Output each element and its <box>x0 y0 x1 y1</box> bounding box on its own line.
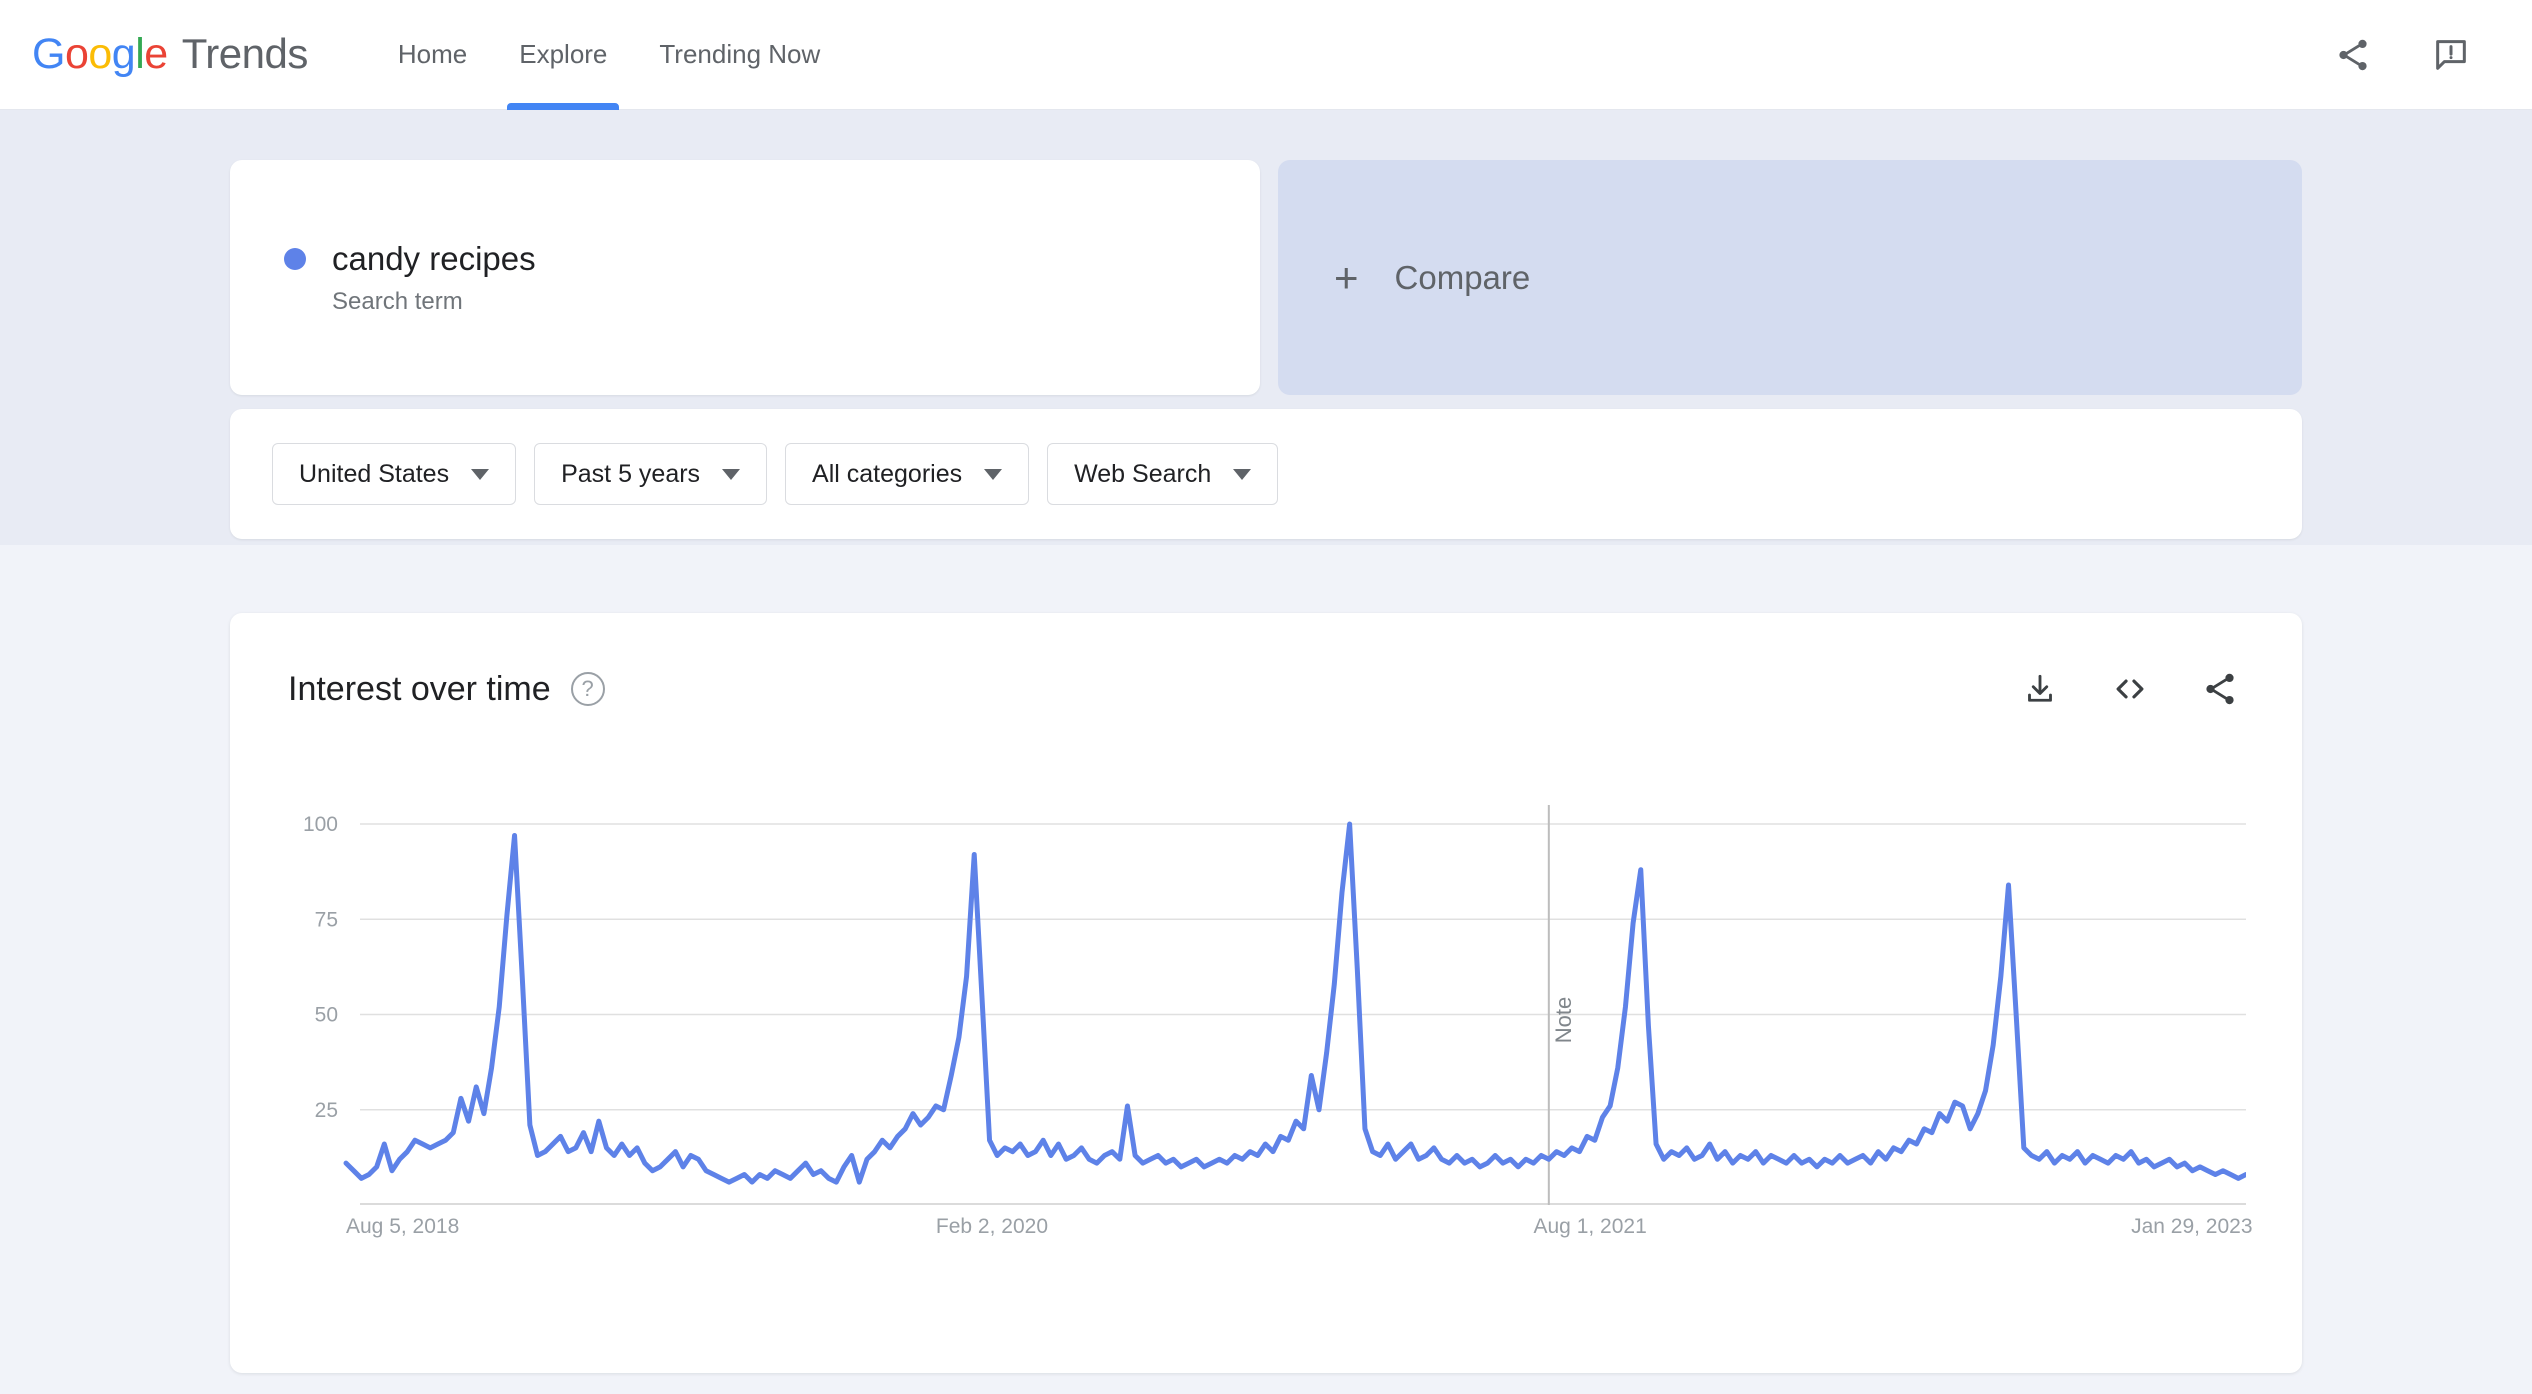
plus-icon: + <box>1334 253 1359 301</box>
help-icon[interactable]: ? <box>570 672 605 706</box>
nav-tab-explore-label: Explore <box>519 39 608 69</box>
x-axis-tick-label: Aug 1, 2021 <box>1533 1215 1647 1238</box>
logo-letter-g: G <box>32 30 65 78</box>
search-type-filter-value: Web Search <box>1074 459 1212 488</box>
search-term-title: candy recipes <box>332 239 536 277</box>
nav-tab-trending-now-label: Trending Now <box>659 39 821 69</box>
x-axis-tick-label: Jan 29, 2023 <box>2131 1215 2253 1238</box>
search-terms-row: candy recipes Search term + Compare <box>230 160 2302 395</box>
interest-over-time-card: Interest over time ? 25 50 75 100 Note A… <box>230 613 2302 1373</box>
chevron-down-icon <box>1233 468 1252 480</box>
results-section: Interest over time ? 25 50 75 100 Note A… <box>0 545 2532 1394</box>
y-axis-tick-label: 100 <box>303 813 338 836</box>
search-type-filter[interactable]: Web Search <box>1047 443 1279 505</box>
chart-actions <box>2014 663 2246 715</box>
google-trends-logo[interactable]: Google Trends <box>32 30 308 79</box>
logo-letter-e: e <box>144 30 168 78</box>
x-axis-tick-labels: Aug 5, 2018 Feb 2, 2020 Aug 1, 2021 Jan 29,… <box>288 1215 2253 1255</box>
location-filter-value: United States <box>299 459 450 488</box>
nav-tab-explore[interactable]: Explore <box>493 0 633 110</box>
y-axis-tick-label: 25 <box>315 1099 338 1122</box>
category-filter[interactable]: All categories <box>785 443 1030 505</box>
chevron-down-icon <box>471 468 490 480</box>
y-axis-tick-label: 75 <box>315 908 338 931</box>
trend-line-candy-recipes[interactable] <box>343 821 2246 1185</box>
share-chart-icon[interactable] <box>2194 663 2246 715</box>
compare-card[interactable]: + Compare <box>1278 160 2302 395</box>
search-term-subtitle: Search term <box>332 287 463 315</box>
logo-letter-o2: o <box>88 30 112 78</box>
chart-header: Interest over time ? <box>288 663 2246 715</box>
interest-over-time-plot[interactable]: 25 50 75 100 Note <box>288 805 2246 1205</box>
page-title: Interest over time <box>288 669 551 708</box>
x-axis-tick-label: Feb 2, 2020 <box>935 1215 1048 1238</box>
download-csv-icon[interactable] <box>2014 663 2066 715</box>
query-section: candy recipes Search term + Compare Unit… <box>0 110 2532 545</box>
top-bar-actions <box>2327 29 2477 81</box>
chart-note-label: Note <box>1551 997 1576 1043</box>
series-color-dot <box>284 247 306 270</box>
nav-tab-home-label: Home <box>397 39 468 69</box>
logo-letter-l: l <box>135 30 145 78</box>
time-range-filter[interactable]: Past 5 years <box>534 443 768 505</box>
category-filter-value: All categories <box>812 459 963 488</box>
share-icon[interactable] <box>2327 29 2379 81</box>
embed-code-icon[interactable] <box>2104 663 2156 715</box>
feedback-icon[interactable] <box>2425 29 2477 81</box>
filters-bar: United States Past 5 years All categorie… <box>230 409 2302 539</box>
search-term-card[interactable]: candy recipes Search term <box>230 160 1260 395</box>
top-navigation-bar: Google Trends Home Explore Trending Now <box>0 0 2532 110</box>
nav-tabs: Home Explore Trending Now <box>372 0 846 110</box>
chart-canvas[interactable]: 25 50 75 100 Note <box>288 805 2246 1205</box>
y-axis-tick-label: 50 <box>315 1004 338 1027</box>
nav-tab-home[interactable]: Home <box>372 0 493 110</box>
chevron-down-icon <box>722 468 741 480</box>
logo-product-name: Trends <box>181 30 309 77</box>
search-term-row: candy recipes <box>284 240 1260 278</box>
logo-letter-o1: o <box>64 30 89 78</box>
logo-letter-g2: g <box>111 30 136 78</box>
time-range-filter-value: Past 5 years <box>561 459 701 488</box>
location-filter[interactable]: United States <box>272 443 517 505</box>
compare-label: Compare <box>1394 258 1531 296</box>
nav-tab-trending-now[interactable]: Trending Now <box>633 0 846 110</box>
query-container: candy recipes Search term + Compare Unit… <box>230 160 2302 539</box>
chevron-down-icon <box>984 468 1003 480</box>
x-axis-tick-label: Aug 5, 2018 <box>346 1215 460 1238</box>
